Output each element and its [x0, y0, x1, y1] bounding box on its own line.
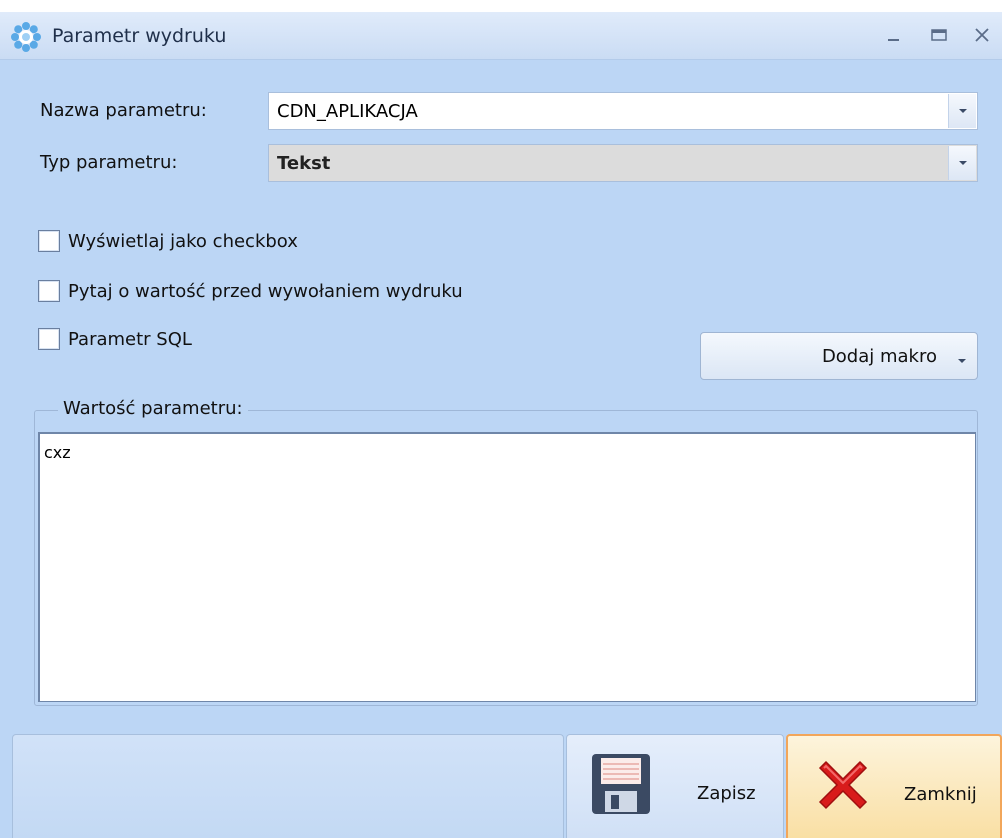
ask-before-print-option[interactable]: Pytaj o wartość przed wywołaniem wydruku: [38, 278, 463, 304]
add-macro-button[interactable]: Dodaj makro: [700, 332, 978, 380]
dialog-window: Parametr wydruku Nazwa parametru: CDN_AP…: [0, 12, 1002, 838]
param-value-text: cxz: [44, 443, 71, 462]
show-as-checkbox-label: Wyświetlaj jako checkbox: [68, 230, 298, 252]
show-as-checkbox-checkbox[interactable]: [38, 230, 60, 252]
app-icon: [10, 21, 42, 53]
param-value-textarea[interactable]: cxz: [38, 432, 976, 702]
add-macro-label: Dodaj makro: [821, 346, 937, 367]
param-name-combobox[interactable]: CDN_APLIKACJA: [268, 92, 978, 130]
chevron-down-icon[interactable]: [948, 146, 976, 180]
param-name-value: CDN_APLIKACJA: [277, 101, 418, 122]
param-type-value: Tekst: [277, 153, 331, 174]
save-label: Zapisz: [697, 783, 756, 804]
param-type-label: Typ parametru:: [40, 152, 178, 173]
value-group-legend: Wartość parametru:: [58, 398, 248, 419]
floppy-disk-icon: [591, 753, 651, 819]
save-button[interactable]: Zapisz: [566, 734, 784, 838]
maximize-icon[interactable]: [925, 20, 953, 50]
chevron-down-icon[interactable]: [948, 94, 976, 128]
red-x-icon: [812, 754, 874, 820]
minimize-icon[interactable]: [880, 20, 908, 50]
sql-param-label: Parametr SQL: [68, 328, 192, 350]
sql-param-option[interactable]: Parametr SQL: [38, 326, 192, 352]
show-as-checkbox-option[interactable]: Wyświetlaj jako checkbox: [38, 228, 298, 254]
chevron-down-icon: [957, 349, 967, 368]
sql-param-checkbox[interactable]: [38, 328, 60, 350]
window-title: Parametr wydruku: [52, 25, 227, 47]
title-bar[interactable]: Parametr wydruku: [0, 12, 1002, 60]
close-icon[interactable]: [968, 20, 996, 50]
close-label: Zamknij: [904, 784, 977, 805]
ask-before-print-label: Pytaj o wartość przed wywołaniem wydruku: [68, 280, 463, 302]
param-name-label: Nazwa parametru:: [40, 100, 207, 121]
param-type-combobox[interactable]: Tekst: [268, 144, 978, 182]
footer-panel: [12, 734, 564, 838]
close-button[interactable]: Zamknij: [786, 734, 1002, 838]
ask-before-print-checkbox[interactable]: [38, 280, 60, 302]
